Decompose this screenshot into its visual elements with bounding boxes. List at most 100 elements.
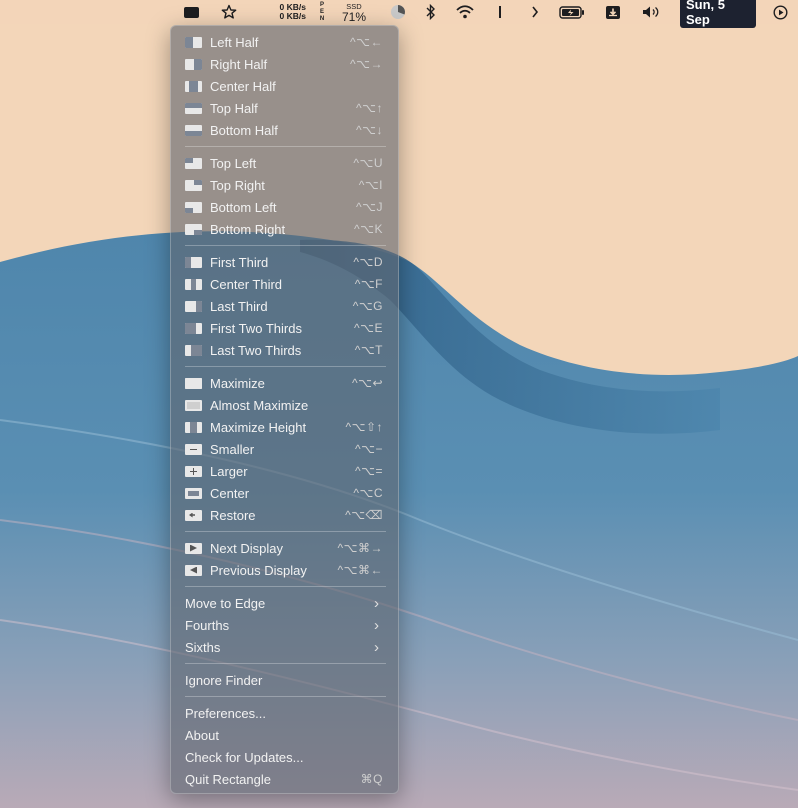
- menu-item-shortcut: ^⌥F: [354, 277, 383, 291]
- menu-item-center-third[interactable]: Center Third ^⌥F: [176, 273, 393, 295]
- menu-item-maximize-height[interactable]: Maximize Height ^⌥⇧↑: [176, 416, 393, 438]
- menu-item-shortcut: ^⌥C: [353, 486, 383, 500]
- menu-item-label: Maximize Height: [210, 419, 307, 435]
- rectangle-dropdown-menu: Left Half ^⌥← Right Half ^⌥→ Center Half…: [170, 25, 399, 794]
- battery-icon[interactable]: [558, 0, 586, 24]
- menu-item-label: Center Third: [210, 276, 283, 292]
- menu-item-last-two-thirds[interactable]: Last Two Thirds ^⌥T: [176, 339, 393, 361]
- menu-item-quit-rectangle[interactable]: Quit Rectangle ⌘Q: [176, 768, 393, 790]
- menu-item-label: Bottom Right: [210, 221, 286, 237]
- menu-item-label: Ignore Finder: [185, 672, 263, 688]
- rectangle-app-icon[interactable]: [181, 0, 201, 24]
- menu-item-top-left[interactable]: Top Left ^⌥U: [176, 152, 393, 174]
- next-display-icon: [185, 542, 202, 554]
- menu-item-label: Center Half: [210, 78, 276, 94]
- almost-maximize-icon: [185, 399, 202, 411]
- menu-item-first-third[interactable]: First Third ^⌥D: [176, 251, 393, 273]
- menu-item-shortcut: ^⌥←: [350, 35, 383, 49]
- menu-item-fourths[interactable]: Fourths ›: [176, 614, 393, 636]
- menu-item-top-right[interactable]: Top Right ^⌥I: [176, 174, 393, 196]
- larger-icon: [185, 465, 202, 477]
- menu-item-move-to-edge[interactable]: Move to Edge ›: [176, 592, 393, 614]
- menu-item-shortcut: ^⌥⌘→: [337, 541, 383, 555]
- menu-item-shortcut: ^⌥⌫: [345, 508, 383, 522]
- menu-item-shortcut: ^⌥−: [355, 442, 383, 456]
- menu-item-label: Preferences...: [185, 705, 266, 721]
- menu-item-check-for-updates[interactable]: Check for Updates...: [176, 746, 393, 768]
- first-third-icon: [185, 256, 202, 268]
- date-text: Sun, 5 Sep: [680, 0, 756, 28]
- menu-item-center[interactable]: Center ^⌥C: [176, 482, 393, 504]
- bluetooth-icon[interactable]: [422, 0, 440, 24]
- menu-item-bottom-left[interactable]: Bottom Left ^⌥J: [176, 196, 393, 218]
- top-half-icon: [185, 102, 202, 114]
- right-half-icon: [185, 58, 202, 70]
- menu-item-label: Check for Updates...: [185, 749, 304, 765]
- network-speed-monitor[interactable]: 0 KB/s 0 KB/s: [266, 0, 306, 24]
- pie-chart-icon[interactable]: [389, 0, 407, 24]
- menu-item-bottom-right[interactable]: Bottom Right ^⌥K: [176, 218, 393, 240]
- menu-item-bottom-half[interactable]: Bottom Half ^⌥↓: [176, 119, 393, 141]
- ssd-percent: 71%: [341, 10, 367, 24]
- menu-item-shortcut: ^⌥↓: [356, 123, 383, 137]
- menu-item-label: Fourths: [185, 617, 230, 633]
- wifi-icon[interactable]: [455, 0, 475, 24]
- volume-icon[interactable]: [641, 0, 663, 24]
- maximize-icon: [185, 377, 202, 389]
- menu-item-preferences[interactable]: Preferences...: [176, 702, 393, 724]
- menu-item-label: Restore: [210, 507, 256, 523]
- center-icon: [185, 487, 202, 499]
- cpu-core-label[interactable]: P E N: [318, 0, 326, 24]
- pcore-letter: P: [319, 1, 324, 8]
- menu-item-left-half[interactable]: Left Half ^⌥←: [176, 31, 393, 53]
- menu-item-label: Move to Edge: [185, 595, 266, 611]
- play-circle-icon[interactable]: [770, 0, 790, 24]
- text-cursor-icon[interactable]: [494, 0, 506, 24]
- menu-item-label: Top Left: [210, 155, 257, 171]
- first-two-thirds-icon: [185, 322, 202, 334]
- menu-item-shortcut: ^⌥I: [358, 178, 383, 192]
- menu-separator: [185, 531, 386, 532]
- menu-item-ignore-finder[interactable]: Ignore Finder: [176, 669, 393, 691]
- menu-item-smaller[interactable]: Smaller ^⌥−: [176, 438, 393, 460]
- desktop-wallpaper: [0, 0, 798, 808]
- menu-item-label: Last Two Thirds: [210, 342, 302, 358]
- ssd-usage[interactable]: SSD 71%: [338, 0, 370, 24]
- menu-item-label: Maximize: [210, 375, 265, 391]
- menu-item-shortcut: ^⌥G: [352, 299, 383, 313]
- date-clock[interactable]: Sun, 5 Sep: [680, 0, 756, 28]
- menu-item-label: First Two Thirds: [210, 320, 302, 336]
- menu-item-shortcut: ^⌥=: [355, 464, 383, 478]
- menu-item-top-half[interactable]: Top Half ^⌥↑: [176, 97, 393, 119]
- menu-item-larger[interactable]: Larger ^⌥=: [176, 460, 393, 482]
- menu-item-previous-display[interactable]: Previous Display ^⌥⌘←: [176, 559, 393, 581]
- star-icon[interactable]: [219, 0, 239, 24]
- chevron-right-icon: ›: [374, 616, 379, 634]
- menu-item-label: Top Half: [210, 100, 258, 116]
- download-tray-icon[interactable]: [603, 0, 623, 24]
- bottom-left-icon: [185, 201, 202, 213]
- previous-display-icon: [185, 564, 202, 576]
- menu-item-restore[interactable]: Restore ^⌥⌫: [176, 504, 393, 526]
- menu-item-center-half[interactable]: Center Half: [176, 75, 393, 97]
- menu-item-next-display[interactable]: Next Display ^⌥⌘→: [176, 537, 393, 559]
- menu-item-shortcut: ^⌥U: [353, 156, 383, 170]
- menu-item-first-two-thirds[interactable]: First Two Thirds ^⌥E: [176, 317, 393, 339]
- menu-item-about[interactable]: About: [176, 724, 393, 746]
- menu-item-shortcut: ^⌥⌘←: [337, 563, 383, 577]
- window-icon: [183, 6, 199, 18]
- menu-item-sixths[interactable]: Sixths ›: [176, 636, 393, 658]
- menu-item-label: Smaller: [210, 441, 255, 457]
- menu-item-shortcut: ⌘Q: [360, 772, 383, 786]
- menu-item-last-third[interactable]: Last Third ^⌥G: [176, 295, 393, 317]
- menu-item-shortcut: ^⌥→: [350, 57, 383, 71]
- menu-item-shortcut: ^⌥J: [356, 200, 383, 214]
- menu-item-maximize[interactable]: Maximize ^⌥↩: [176, 372, 393, 394]
- maximize-height-icon: [185, 421, 202, 433]
- menu-item-right-half[interactable]: Right Half ^⌥→: [176, 53, 393, 75]
- menu-item-label: Bottom Left: [210, 199, 277, 215]
- menu-separator: [185, 245, 386, 246]
- chevron-right-icon[interactable]: [528, 0, 542, 24]
- menu-item-label: Last Third: [210, 298, 268, 314]
- menu-item-almost-maximize[interactable]: Almost Maximize: [176, 394, 393, 416]
